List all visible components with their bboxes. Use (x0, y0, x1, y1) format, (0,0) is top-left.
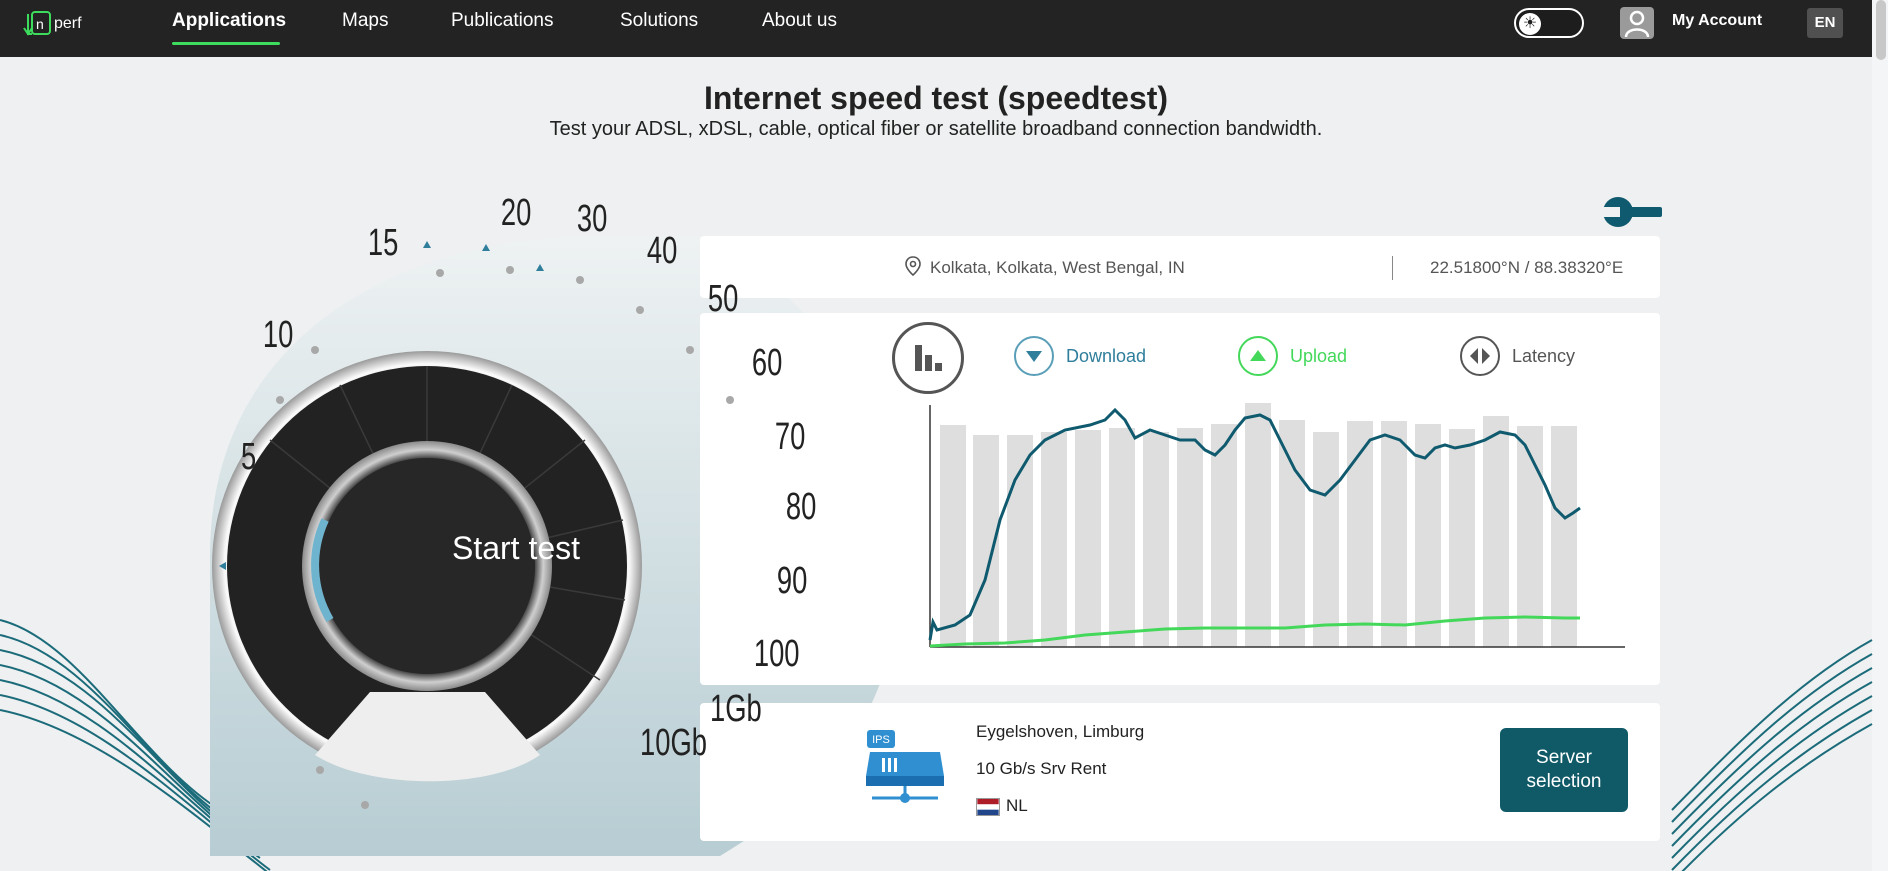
ips-badge: IPS (872, 734, 890, 746)
nav-maps[interactable]: Maps (342, 10, 388, 32)
gauge-tick-5: 5 (240, 436, 257, 478)
speed-history-graph (928, 403, 1625, 648)
server-selection-button[interactable]: Server selection (1500, 728, 1628, 812)
gauge-tick-60: 60 (751, 342, 783, 384)
scrollbar-thumb[interactable] (1876, 0, 1886, 60)
gauge-tick-30: 30 (576, 198, 608, 240)
legend-upload[interactable]: Upload (1238, 336, 1347, 376)
history-bars (940, 403, 1577, 647)
gauge-tick-0: 0 (298, 630, 315, 672)
gauge-tick-40: 40 (646, 230, 678, 272)
location-divider (1392, 256, 1393, 280)
language-button[interactable]: EN (1807, 8, 1843, 38)
sun-icon: ☀ (1519, 13, 1541, 35)
upload-arrow-icon (1238, 336, 1278, 376)
gauge-tick-10gb: 10Gb (640, 722, 707, 764)
gauge-tick-20: 20 (500, 192, 532, 234)
nav-publications[interactable]: Publications (451, 10, 553, 32)
nav-solutions[interactable]: Solutions (620, 10, 698, 32)
location-pin-icon (905, 256, 921, 276)
page-title: Internet speed test (speedtest) (703, 80, 1169, 116)
legend-download[interactable]: Download (1014, 336, 1146, 376)
gauge-tick-15: 15 (367, 222, 399, 264)
bar-chart-icon (915, 345, 942, 371)
wrench-icon[interactable] (1600, 195, 1664, 229)
legend-download-label: Download (1066, 345, 1147, 366)
svg-text:n: n (36, 16, 44, 32)
my-account-link[interactable]: My Account (1672, 12, 1762, 30)
chart-type-button[interactable] (892, 322, 964, 394)
location-city: Kolkata, Kolkata, West Bengal, IN (930, 258, 1185, 277)
gauge-tick-10: 10 (262, 314, 294, 356)
download-arrow-icon (1014, 336, 1054, 376)
location-coords: 22.51800°N / 88.38320°E (1430, 258, 1624, 277)
gauge-tick-80: 80 (785, 486, 817, 528)
gauge-tick-1gb: 1Gb (710, 688, 762, 730)
server-icon: IPS (866, 730, 944, 803)
legend-latency[interactable]: Latency (1460, 336, 1575, 376)
server-country: NL (1006, 796, 1028, 815)
latency-icon (1460, 336, 1500, 376)
nav-about-us[interactable]: About us (762, 10, 837, 32)
start-test-button[interactable]: Start test (426, 530, 606, 567)
gauge-tick-70: 70 (774, 416, 806, 458)
gauge-tick-50: 50 (707, 278, 739, 320)
nperf-logo[interactable]: n perf (22, 8, 112, 40)
legend-latency-label: Latency (1512, 345, 1576, 366)
server-provider: 10 Gb/s Srv Rent (976, 759, 1107, 778)
legend-upload-label: Upload (1290, 345, 1348, 366)
netherlands-flag-icon (976, 798, 1000, 816)
nav-active-underline (172, 42, 280, 45)
nav-applications[interactable]: Applications (172, 10, 286, 32)
top-navbar: n perf Applications Maps Publications So… (0, 0, 1888, 57)
server-city: Eygelshoven, Limburg (976, 722, 1145, 741)
theme-toggle[interactable]: ☀ (1514, 8, 1584, 38)
account-icon[interactable] (1620, 7, 1654, 39)
gauge-tick-90: 90 (776, 560, 808, 602)
svg-text:perf: perf (54, 15, 82, 32)
page-subtitle: Test your ADSL, xDSL, cable, optical fib… (549, 118, 1323, 140)
gauge-tick-100: 100 (753, 633, 800, 675)
